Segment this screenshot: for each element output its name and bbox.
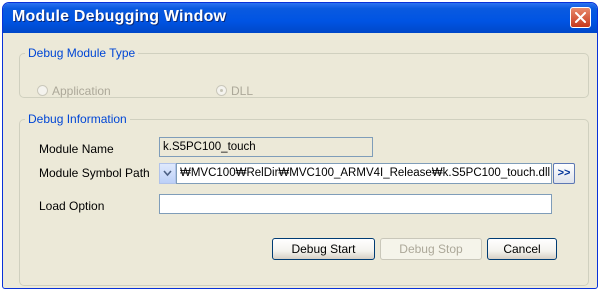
radio-application-indicator [37,85,48,96]
browse-button[interactable]: >> [553,163,575,184]
radio-dll-indicator [216,85,227,96]
module-symbol-path-field[interactable]: ₩MVC100₩RelDir₩MVC100_ARMV4I_Release₩k.S… [176,163,552,184]
dialog-body: Debug Module Type Application DLL Debug … [6,33,594,286]
module-name-label: Module Name [39,142,114,156]
debug-information-legend: Debug Information [28,112,127,126]
load-option-label: Load Option [39,199,105,213]
module-symbol-path-label: Module Symbol Path [39,166,150,180]
module-debugging-window: Module Debugging Window Debug Module Typ… [2,2,598,289]
debug-stop-button[interactable]: Debug Stop [380,238,482,260]
load-option-field[interactable] [159,194,552,214]
window-title: Module Debugging Window [12,8,227,25]
close-icon [575,12,586,23]
radio-application-label: Application [52,84,111,98]
debug-module-type-group: Debug Module Type Application DLL [19,46,589,98]
debug-module-type-legend: Debug Module Type [28,46,136,60]
module-name-field[interactable]: k.S5PC100_touch [159,137,373,157]
close-button[interactable] [570,7,591,28]
title-bar[interactable]: Module Debugging Window [3,3,597,33]
radio-dll-label: DLL [231,84,254,98]
cancel-button[interactable]: Cancel [487,238,557,260]
symbol-path-dropdown-button[interactable] [159,163,176,184]
chevron-down-icon [163,170,172,177]
debug-start-button[interactable]: Debug Start [272,238,375,260]
